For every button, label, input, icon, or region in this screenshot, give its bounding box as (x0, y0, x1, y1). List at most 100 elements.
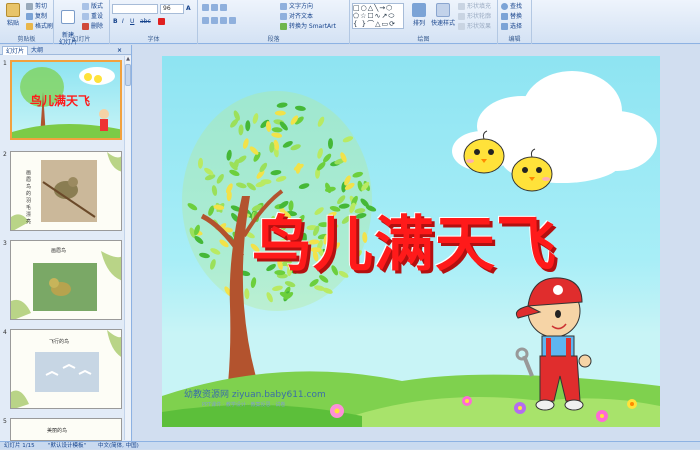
align-text-icon (280, 13, 287, 20)
scroll-thumb[interactable] (125, 64, 131, 86)
grow-font-button[interactable]: A (186, 4, 191, 13)
watermark: 幼教资源网 ziyuan.baby611.com (184, 390, 326, 400)
bold-button[interactable]: B (113, 17, 118, 26)
font-color-icon (158, 18, 165, 25)
panel-tabs: 幻灯片 大纲 × (0, 45, 131, 55)
tab-outline[interactable]: 大纲 (28, 46, 46, 55)
replace-button[interactable]: 替换 (501, 12, 522, 21)
cursor-icon (501, 23, 508, 30)
effects-icon (458, 23, 465, 30)
text-direction-button[interactable]: 文字方向 (280, 2, 313, 11)
slide-number: 1 (3, 60, 7, 67)
select-button[interactable]: 选择 (501, 22, 522, 31)
font-color-button[interactable] (158, 17, 167, 26)
slides-panel: 幻灯片 大纲 × 1 鸟儿满天飞 2 画眉鸟的羽毛漂亮 3 画眉鸟 4 飞行的鸟… (0, 45, 132, 441)
bullets-icon (202, 4, 209, 11)
font-group: 96 A B I U abc 字体 (110, 0, 198, 44)
slide-editor: 鸟儿满天飞 幼教资源网 ziyuan.baby611.com PPT课件 · 教… (133, 45, 700, 441)
slide-number: 3 (3, 240, 7, 247)
panel-scrollbar[interactable]: ▲ (124, 56, 131, 440)
reset-button[interactable]: 重设 (82, 12, 103, 21)
drawing-group: □○△╲→⬡ ⬠☆☐∿↗⬭{ }⌒△▭⟳ 排列 快速样式 形状填充 形状轮廓 形状… (350, 0, 498, 44)
align-center-icon (211, 17, 218, 24)
reset-icon (82, 13, 89, 20)
slide-thumbnail-5[interactable]: 美丽的鸟 (10, 418, 122, 441)
thumbnail-5-caption: 美丽的鸟 (47, 428, 68, 434)
arrange-button[interactable]: 排列 (408, 3, 430, 31)
find-button[interactable]: 查找 (501, 2, 522, 11)
shape-fill-button[interactable]: 形状填充 (458, 2, 491, 11)
delete-icon (82, 23, 89, 30)
cut-label: 剪切 (35, 3, 48, 10)
shape-fill-label: 形状填充 (467, 3, 492, 10)
underline-button[interactable]: U (130, 17, 134, 26)
smartart-icon (280, 23, 287, 30)
paste-icon (6, 3, 20, 17)
scroll-up-icon[interactable]: ▲ (125, 56, 131, 63)
current-slide[interactable]: 鸟儿满天飞 幼教资源网 ziyuan.baby611.com PPT课件 · 教… (162, 56, 660, 427)
indent-icon (220, 4, 227, 11)
format-painter-button[interactable]: 格式刷 (26, 22, 53, 31)
brush-icon (26, 23, 33, 30)
thumbnail-1-title: 鸟儿满天飞 (30, 94, 91, 108)
select-label: 选择 (510, 23, 523, 30)
align-text-button[interactable]: 对齐文本 (280, 12, 313, 21)
clipboard-group-label: 剪贴板 (17, 36, 36, 43)
copy-label: 复制 (35, 13, 48, 20)
align-text-label: 对齐文本 (289, 13, 314, 20)
arrange-icon (412, 3, 426, 17)
paste-button[interactable]: 粘贴 (2, 3, 24, 31)
quick-styles-button[interactable]: 快速样式 (430, 3, 456, 31)
font-family-combo[interactable] (112, 4, 158, 14)
tab-slides[interactable]: 幻灯片 (2, 46, 29, 55)
paste-label: 粘贴 (6, 20, 19, 27)
clipboard-group: 粘贴 剪切 复制 格式刷 剪贴板 (0, 0, 54, 44)
outline-icon (458, 13, 465, 20)
find-icon (501, 3, 508, 10)
slide-title[interactable]: 鸟儿满天飞 (252, 196, 592, 283)
arrange-label: 排列 (412, 20, 425, 27)
replace-label: 替换 (510, 13, 523, 20)
scissors-icon (26, 3, 33, 10)
smartart-label: 转换为 SmartArt (289, 23, 336, 30)
font-size-value: 96 (163, 5, 171, 12)
slide-thumbnail-2[interactable]: 画眉鸟的羽毛漂亮 (10, 151, 122, 231)
quick-styles-label: 快速样式 (430, 20, 455, 27)
thumbnail-3-art (11, 251, 121, 319)
layout-button[interactable]: 版式 (82, 2, 103, 11)
layout-label: 版式 (91, 3, 104, 10)
watermark-small: PPT课件 · 教学设计 · 教案反思 · 试卷 (202, 402, 286, 408)
slides-group: 新建 幻灯片 版式 重设 删除 幻灯片 (54, 0, 110, 46)
new-slide-button[interactable]: 新建 幻灯片 (57, 3, 79, 46)
editing-group: 查找 替换 选择 编辑 (498, 0, 532, 44)
shape-effects-button[interactable]: 形状效果 (458, 22, 491, 31)
bullets-button[interactable] (202, 3, 229, 12)
slide-thumbnail-3[interactable]: 画眉鸟 (10, 240, 122, 320)
paragraph-group: 文字方向 对齐文本 转换为 SmartArt 段落 (198, 0, 350, 44)
delete-slide-button[interactable]: 删除 (82, 22, 103, 31)
font-group-label: 字体 (147, 36, 160, 43)
reset-label: 重设 (91, 13, 104, 20)
slide-thumbnail-4[interactable]: 飞行的鸟 (10, 329, 122, 409)
font-size-combo[interactable]: 96 (160, 4, 184, 14)
shapes-gallery[interactable]: □○△╲→⬡ ⬠☆☐∿↗⬭{ }⌒△▭⟳ (352, 3, 404, 29)
ribbon: 粘贴 剪切 复制 格式刷 剪贴板 新建 幻灯片 版式 重设 删除 幻灯片 96 … (0, 0, 700, 46)
delete-label: 删除 (91, 23, 104, 30)
copy-icon (26, 13, 33, 20)
align-buttons[interactable] (202, 16, 238, 25)
italic-button[interactable]: I (122, 17, 124, 26)
smartart-button[interactable]: 转换为 SmartArt (280, 22, 336, 31)
slide-number: 4 (3, 329, 7, 336)
shape-effects-label: 形状效果 (467, 23, 492, 30)
align-right-icon (220, 17, 227, 24)
cut-button[interactable]: 剪切 (26, 2, 47, 11)
strike-button[interactable]: abc (140, 17, 151, 26)
shape-outline-button[interactable]: 形状轮廓 (458, 12, 491, 21)
shape-outline-label: 形状轮廓 (467, 13, 492, 20)
drawing-group-label: 绘图 (417, 36, 430, 43)
copy-button[interactable]: 复制 (26, 12, 47, 21)
slide-thumbnail-1[interactable]: 鸟儿满天飞 (10, 60, 122, 140)
numbering-icon (211, 4, 218, 11)
slide-number: 5 (3, 418, 7, 425)
close-panel-icon[interactable]: × (114, 46, 125, 55)
